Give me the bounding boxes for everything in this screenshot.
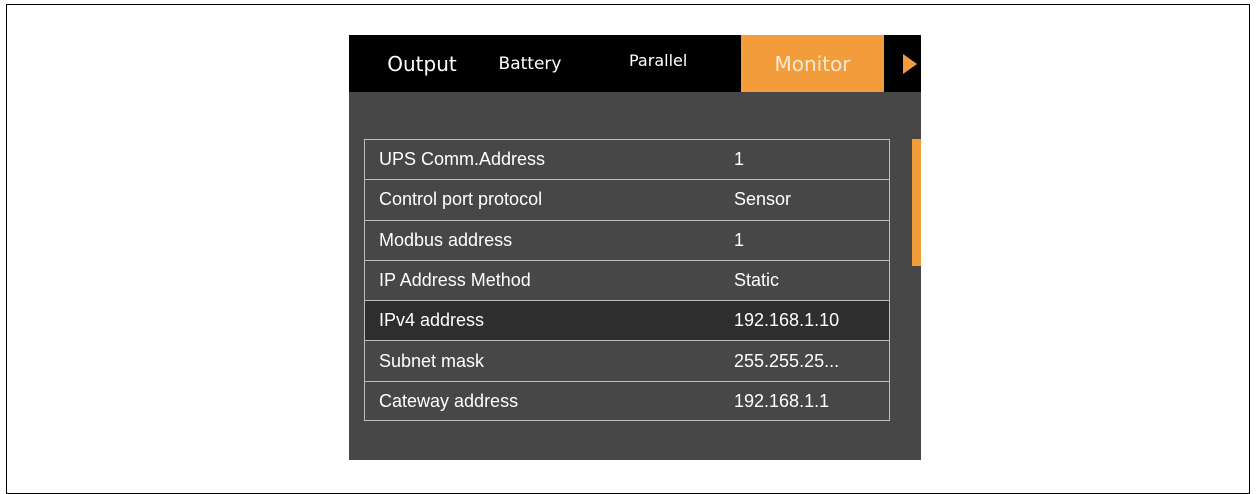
settings-row-subnet-mask[interactable]: Subnet mask 255.255.25... — [365, 341, 889, 382]
setting-value: 1 — [734, 229, 745, 250]
setting-value: Sensor — [734, 189, 792, 210]
setting-value: 255.255.25... — [734, 350, 840, 371]
ups-display-screen: Output Battery Parallel Monitor UPS Comm… — [349, 35, 921, 460]
tab-battery[interactable]: Battery — [480, 35, 580, 92]
settings-row-gateway-address[interactable]: Cateway address 192.168.1.1 — [365, 382, 889, 422]
setting-value: Static — [734, 270, 780, 291]
tab-monitor[interactable]: Monitor — [741, 35, 884, 92]
setting-label: IPv4 address — [379, 310, 485, 331]
setting-value: 192.168.1.1 — [734, 391, 830, 412]
setting-label: Control port protocol — [379, 189, 543, 210]
tab-parallel[interactable]: Parallel — [629, 35, 715, 92]
settings-row-modbus-address[interactable]: Modbus address 1 — [365, 221, 889, 261]
setting-label: Cateway address — [379, 391, 519, 412]
settings-row-ip-address-method[interactable]: IP Address Method Static — [365, 261, 889, 302]
tab-output[interactable]: Output — [372, 35, 472, 92]
play-right-icon[interactable] — [897, 52, 921, 76]
tab-bar: Output Battery Parallel Monitor — [349, 35, 921, 92]
setting-label: IP Address Method — [379, 270, 531, 291]
setting-label: Modbus address — [379, 229, 513, 250]
settings-row-control-port-protocol[interactable]: Control port protocol Sensor — [365, 180, 889, 221]
setting-label: UPS Comm.Address — [379, 149, 546, 170]
setting-value: 192.168.1.10 — [734, 310, 840, 331]
setting-value: 1 — [734, 149, 745, 170]
scrollbar[interactable] — [912, 139, 921, 266]
settings-row-ups-comm-address[interactable]: UPS Comm.Address 1 — [365, 140, 889, 181]
settings-row-ipv4-address[interactable]: IPv4 address 192.168.1.10 — [365, 301, 889, 342]
settings-table: UPS Comm.Address 1 Control port protocol… — [364, 139, 890, 421]
setting-label: Subnet mask — [379, 350, 485, 371]
